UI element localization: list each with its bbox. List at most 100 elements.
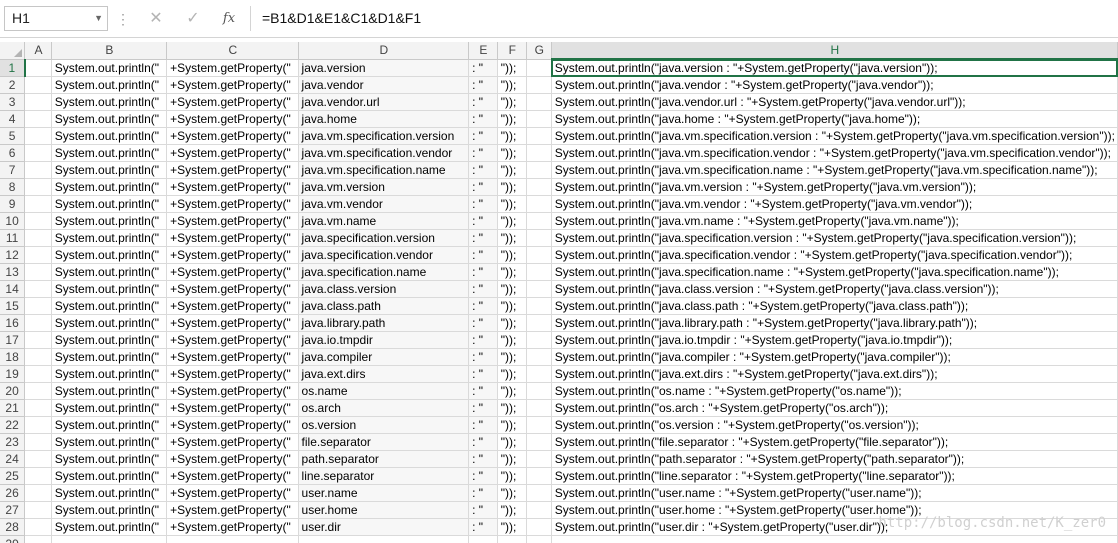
cell-a[interactable] <box>24 229 52 247</box>
cell-g[interactable] <box>526 76 552 94</box>
cell-c[interactable]: +System.getProperty(" <box>166 297 299 315</box>
cell-b[interactable]: System.out.println(" <box>51 127 168 145</box>
row-header[interactable]: 23 <box>0 433 26 451</box>
cancel-icon[interactable]: ✕ <box>143 7 169 31</box>
cell-a[interactable] <box>24 331 52 349</box>
cell-c[interactable]: +System.getProperty(" <box>166 382 299 400</box>
cell-e[interactable]: : " <box>468 297 498 315</box>
cell-d[interactable]: os.name <box>298 382 470 400</box>
cell-d[interactable]: java.specification.name <box>298 263 470 281</box>
cell-e[interactable]: : " <box>468 76 498 94</box>
cell-a[interactable] <box>24 382 52 400</box>
cell-g[interactable] <box>526 59 552 77</box>
cell-f[interactable]: ")); <box>497 501 527 519</box>
cell-d[interactable]: file.separator <box>298 433 470 451</box>
cell-d[interactable]: java.class.version <box>298 280 470 298</box>
cell-e[interactable]: : " <box>468 382 498 400</box>
cell-h[interactable]: System.out.println("java.vm.name : "+Sys… <box>551 212 1118 230</box>
cell-c[interactable]: +System.getProperty(" <box>166 93 299 111</box>
cell-d[interactable]: java.vm.specification.vendor <box>298 144 470 162</box>
cell-c[interactable]: +System.getProperty(" <box>166 59 299 77</box>
empty-cell[interactable] <box>166 535 299 543</box>
cell-e[interactable]: : " <box>468 59 498 77</box>
cell-b[interactable]: System.out.println(" <box>51 467 168 485</box>
cell-e[interactable]: : " <box>468 450 498 468</box>
cell-g[interactable] <box>526 195 552 213</box>
cell-g[interactable] <box>526 263 552 281</box>
cell-d[interactable]: java.vendor <box>298 76 470 94</box>
cell-f[interactable]: ")); <box>497 93 527 111</box>
cell-g[interactable] <box>526 297 552 315</box>
cell-b[interactable]: System.out.println(" <box>51 144 168 162</box>
row-header[interactable]: 17 <box>0 331 26 349</box>
insert-function-icon[interactable]: fx <box>216 7 242 31</box>
cell-c[interactable]: +System.getProperty(" <box>166 110 299 128</box>
cell-f[interactable]: ")); <box>497 518 527 536</box>
cell-h[interactable]: System.out.println("java.library.path : … <box>551 314 1118 332</box>
cell-b[interactable]: System.out.println(" <box>51 212 168 230</box>
cell-g[interactable] <box>526 450 552 468</box>
cell-g[interactable] <box>526 501 552 519</box>
cell-g[interactable] <box>526 467 552 485</box>
cell-h[interactable]: System.out.println("java.class.version :… <box>551 280 1118 298</box>
cell-h[interactable]: System.out.println("java.vm.vendor : "+S… <box>551 195 1118 213</box>
cell-c[interactable]: +System.getProperty(" <box>166 399 299 417</box>
cell-g[interactable] <box>526 246 552 264</box>
cell-b[interactable]: System.out.println(" <box>51 518 168 536</box>
row-header[interactable]: 8 <box>0 178 26 196</box>
cell-e[interactable]: : " <box>468 280 498 298</box>
cell-f[interactable]: ")); <box>497 399 527 417</box>
row-header[interactable]: 14 <box>0 280 26 298</box>
cell-a[interactable] <box>24 59 52 77</box>
cell-f[interactable]: ")); <box>497 195 527 213</box>
cell-a[interactable] <box>24 161 52 179</box>
row-header[interactable]: 1 <box>0 59 26 77</box>
cell-a[interactable] <box>24 93 52 111</box>
column-header-d[interactable]: D <box>298 42 470 60</box>
row-header[interactable]: 5 <box>0 127 26 145</box>
column-header-a[interactable]: A <box>24 42 52 60</box>
cell-b[interactable]: System.out.println(" <box>51 484 168 502</box>
cell-a[interactable] <box>24 484 52 502</box>
cell-g[interactable] <box>526 348 552 366</box>
cell-b[interactable]: System.out.println(" <box>51 416 168 434</box>
cell-a[interactable] <box>24 348 52 366</box>
cell-c[interactable]: +System.getProperty(" <box>166 263 299 281</box>
row-header[interactable]: 26 <box>0 484 26 502</box>
cell-b[interactable]: System.out.println(" <box>51 297 168 315</box>
row-header[interactable]: 21 <box>0 399 26 417</box>
cell-f[interactable]: ")); <box>497 59 527 77</box>
cell-e[interactable]: : " <box>468 127 498 145</box>
cell-d[interactable]: java.library.path <box>298 314 470 332</box>
cell-c[interactable]: +System.getProperty(" <box>166 331 299 349</box>
cell-h[interactable]: System.out.println("user.name : "+System… <box>551 484 1118 502</box>
cell-h[interactable]: System.out.println("file.separator : "+S… <box>551 433 1118 451</box>
cell-a[interactable] <box>24 195 52 213</box>
cell-g[interactable] <box>526 127 552 145</box>
cell-g[interactable] <box>526 518 552 536</box>
row-header[interactable]: 9 <box>0 195 26 213</box>
cell-f[interactable]: ")); <box>497 365 527 383</box>
cell-g[interactable] <box>526 484 552 502</box>
cell-c[interactable]: +System.getProperty(" <box>166 280 299 298</box>
cell-c[interactable]: +System.getProperty(" <box>166 127 299 145</box>
cell-b[interactable]: System.out.println(" <box>51 382 168 400</box>
cell-d[interactable]: java.compiler <box>298 348 470 366</box>
cell-d[interactable]: java.version <box>298 59 470 77</box>
cell-a[interactable] <box>24 314 52 332</box>
row-header[interactable]: 3 <box>0 93 26 111</box>
cell-f[interactable]: ")); <box>497 212 527 230</box>
enter-icon[interactable]: ✓ <box>180 7 206 31</box>
row-header[interactable]: 18 <box>0 348 26 366</box>
cell-e[interactable]: : " <box>468 178 498 196</box>
cell-b[interactable]: System.out.println(" <box>51 331 168 349</box>
cell-e[interactable]: : " <box>468 365 498 383</box>
cell-a[interactable] <box>24 501 52 519</box>
cell-a[interactable] <box>24 246 52 264</box>
cell-e[interactable]: : " <box>468 348 498 366</box>
row-header[interactable]: 28 <box>0 518 26 536</box>
cell-e[interactable]: : " <box>468 195 498 213</box>
column-header-e[interactable]: E <box>468 42 498 60</box>
cell-f[interactable]: ")); <box>497 110 527 128</box>
row-header[interactable]: 10 <box>0 212 26 230</box>
